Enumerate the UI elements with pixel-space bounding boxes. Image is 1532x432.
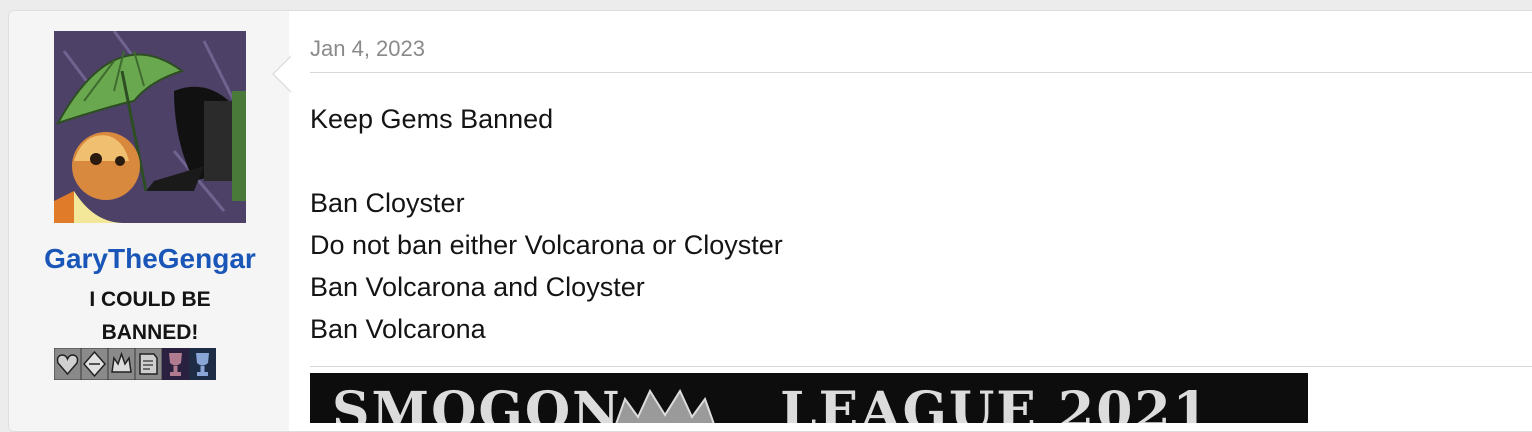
diamond-badge-icon [81, 348, 108, 380]
post-container: GaryTheGengar I COULD BE BANNED! Jan 4, … [8, 10, 1532, 432]
post-line-blank [310, 140, 783, 182]
trophy-badge-icon [162, 348, 189, 380]
user-badges [54, 348, 246, 380]
heart-badge-icon [54, 348, 81, 380]
banner-left-text: SMOGON [332, 381, 622, 423]
note-badge-icon [135, 348, 162, 380]
post-line: Ban Volcarona and Cloyster [310, 272, 645, 302]
post-header-divider [310, 72, 1532, 73]
username-link[interactable]: GaryTheGengar [9, 243, 291, 275]
trophy-badge-icon [189, 348, 216, 380]
user-info-column: GaryTheGengar I COULD BE BANNED! [9, 11, 289, 431]
crown-badge-icon [108, 348, 135, 380]
banner-right-text: LEAGUE 2021 [780, 381, 1211, 423]
post-line: Ban Cloyster [310, 188, 465, 218]
post-line: Do not ban either Volcarona or Cloyster [310, 230, 783, 260]
user-title: I COULD BE BANNED! [89, 288, 211, 344]
signature-banner-image: SMOGON LEAGUE 2021 [310, 373, 1308, 423]
post-pointer [274, 56, 292, 92]
banner-crown-emblem-icon [615, 388, 715, 423]
post-body: Keep Gems Banned Ban Cloyster Do not ban… [310, 98, 783, 350]
post-date-link[interactable]: Jan 4, 2023 [310, 36, 425, 62]
user-avatar[interactable] [54, 31, 246, 223]
signature-divider [310, 366, 1532, 367]
avatar-illustration-icon [54, 31, 246, 223]
post-line: Ban Volcarona [310, 314, 486, 344]
post-line: Keep Gems Banned [310, 104, 554, 134]
